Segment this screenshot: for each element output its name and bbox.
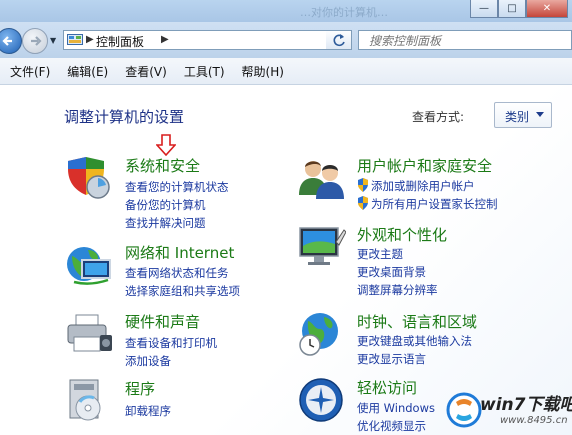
menu-bar: 文件(F) 编辑(E) 查看(V) 工具(T) 帮助(H) <box>0 58 572 85</box>
monitor-icon <box>299 227 346 265</box>
category-title[interactable]: 时钟、语言和区域 <box>357 311 477 332</box>
view-by-label: 查看方式: <box>412 110 465 124</box>
refresh-icon <box>333 34 345 47</box>
ease-of-access-icon <box>299 378 343 422</box>
minimize-button[interactable]: — <box>470 0 498 18</box>
uac-shield-icon <box>358 196 368 210</box>
task-link[interactable]: 查看网络状态和任务 <box>125 265 229 281</box>
task-link[interactable]: 更改主题 <box>357 246 403 262</box>
category-title[interactable]: 硬件和声音 <box>125 311 200 332</box>
forward-button[interactable] <box>22 28 48 54</box>
uac-shield-icon <box>358 178 368 192</box>
users-icon <box>299 161 344 199</box>
clock-globe-icon <box>299 313 338 356</box>
control-panel-icon <box>67 34 83 45</box>
menu-edit[interactable]: 编辑(E) <box>60 63 115 80</box>
red-down-arrow-icon <box>156 134 176 156</box>
category-title[interactable]: 网络和 Internet <box>125 242 234 263</box>
page-title: 调整计算机的设置 <box>64 108 185 126</box>
task-link[interactable]: 查找并解决问题 <box>125 215 206 231</box>
window-controls: — □ ✕ <box>470 0 568 18</box>
close-button[interactable]: ✕ <box>526 0 568 18</box>
task-link[interactable]: 使用 Windows <box>357 400 435 416</box>
search-input[interactable] <box>367 32 571 50</box>
menu-tools[interactable]: 工具(T) <box>177 63 232 80</box>
category-title[interactable]: 外观和个性化 <box>357 224 447 245</box>
task-link[interactable]: 更改桌面背景 <box>357 264 426 280</box>
category-title[interactable]: 程序 <box>125 378 155 399</box>
breadcrumb-control-panel[interactable]: 控制面板 <box>96 33 144 50</box>
task-link[interactable]: 添加或删除用户帐户 <box>371 178 475 194</box>
maximize-button[interactable]: □ <box>498 0 526 18</box>
title-bar: …对你的计算机… — □ ✕ <box>0 0 572 22</box>
task-link[interactable]: 为所有用户设置家长控制 <box>371 196 498 212</box>
task-link[interactable]: 卸载程序 <box>125 403 171 419</box>
menu-file[interactable]: 文件(F) <box>3 63 57 80</box>
menu-help[interactable]: 帮助(H) <box>235 63 291 80</box>
back-button[interactable] <box>0 28 22 54</box>
forward-arrow-icon <box>31 36 42 46</box>
programs-icon <box>69 379 101 421</box>
task-link[interactable]: 选择家庭组和共享选项 <box>125 283 240 299</box>
printer-icon <box>67 314 112 352</box>
navigation-bar: ▼ ▶ 控制面板 ▶ ▼ <box>0 22 572 58</box>
task-link[interactable]: 更改键盘或其他输入法 <box>357 333 472 349</box>
watermark-logo-icon <box>446 392 482 428</box>
task-link[interactable]: 备份您的计算机 <box>125 197 206 213</box>
view-by-dropdown[interactable]: 类别 <box>494 102 552 128</box>
watermark-text: win7下载吧 <box>480 395 572 415</box>
task-link[interactable]: 更改显示语言 <box>357 351 426 367</box>
watermark-url: www.8495.cn <box>500 415 568 426</box>
site-watermark: win7下载吧 www.8495.cn <box>440 386 572 435</box>
search-box[interactable] <box>358 30 572 50</box>
back-arrow-icon <box>2 36 12 46</box>
breadcrumb-separator[interactable]: ▶ <box>86 34 94 45</box>
task-link[interactable]: 查看您的计算机状态 <box>125 179 229 195</box>
task-link[interactable]: 优化视频显示 <box>357 418 426 434</box>
task-link[interactable]: 查看设备和打印机 <box>125 335 217 351</box>
breadcrumb-separator[interactable]: ▶ <box>161 34 169 45</box>
refresh-button[interactable] <box>326 30 352 50</box>
view-by-value: 类别 <box>505 110 530 124</box>
address-bar[interactable]: ▶ 控制面板 ▶ ▼ <box>63 30 352 50</box>
globe-network-icon <box>67 247 111 285</box>
category-title[interactable]: 用户帐户和家庭安全 <box>357 155 492 176</box>
task-link[interactable]: 调整屏幕分辨率 <box>357 282 438 298</box>
content-area: 调整计算机的设置 查看方式: 类别 系统和安全 查看您的计算机状态 备份您的计算… <box>0 85 572 435</box>
category-title[interactable]: 系统和安全 <box>125 155 200 176</box>
recent-pages-dropdown[interactable]: ▼ <box>50 36 56 45</box>
task-link[interactable]: 添加设备 <box>125 353 171 369</box>
window-title: …对你的计算机… <box>300 6 388 19</box>
shield-icon <box>68 157 110 199</box>
category-title[interactable]: 轻松访问 <box>357 377 417 398</box>
chevron-down-icon <box>536 112 544 117</box>
menu-view[interactable]: 查看(V) <box>118 63 174 80</box>
